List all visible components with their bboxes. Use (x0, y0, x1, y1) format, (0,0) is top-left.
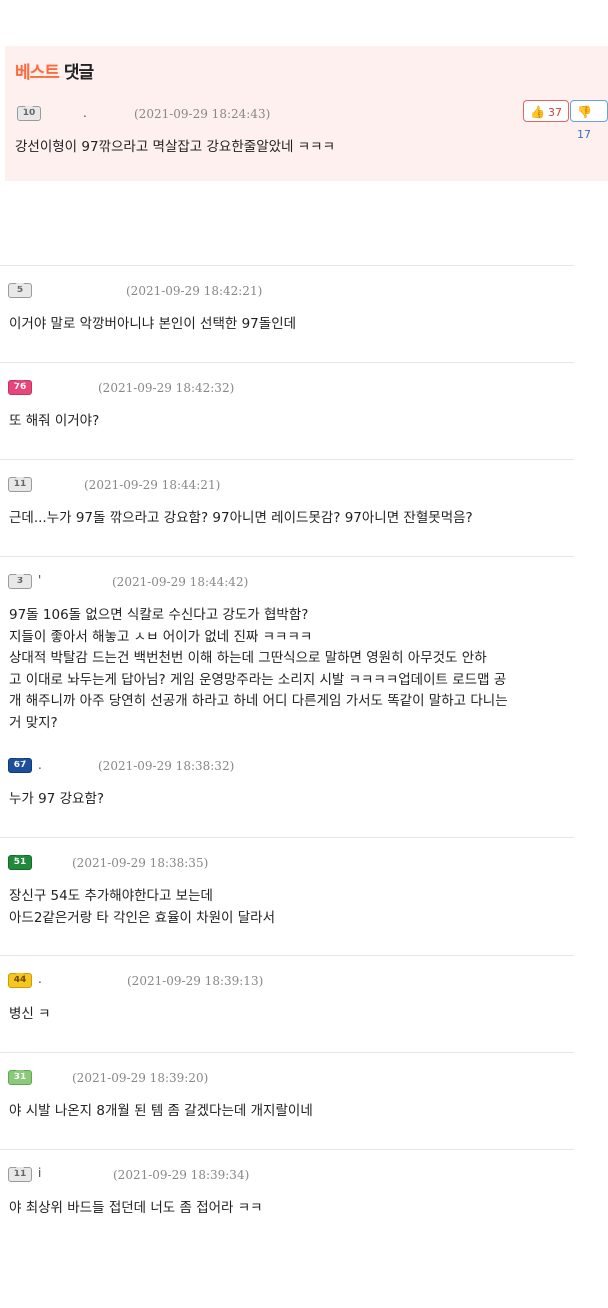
level-badge-icon: 31 (8, 1070, 32, 1085)
comment-text: 누가 97 강요함? (9, 789, 573, 811)
comment-author[interactable]: . (83, 106, 87, 120)
best-comments-section: 베스트 댓글 10 . (2021-09-29 18:24:43) 👍 37 👎 1… (5, 46, 608, 181)
level-badge-icon: 44 (8, 973, 32, 988)
comment-date: (2021-09-29 18:24:43) (134, 107, 271, 121)
comment-line: 거 맞지? (9, 714, 58, 731)
comment-line: 야 최상위 바드들 접던데 너도 좀 접어라 ㅋㅋ (9, 1200, 263, 1216)
comment-text: 병신 ㅋ (9, 1004, 573, 1026)
comment-date: (2021-09-29 18:42:32) (98, 381, 235, 395)
comment-divider (0, 556, 574, 557)
comment-divider (0, 265, 574, 266)
comment-author[interactable]: . (38, 972, 42, 986)
comment-date: (2021-09-29 18:38:35) (72, 856, 209, 870)
comment-divider (0, 837, 574, 838)
comment-line: 97돌 106돌 없으면 식칼로 수신다고 강도가 협박함? (9, 607, 309, 623)
comment-line: 근데...누가 97돌 깎으라고 강요함? 97아니면 레이드못감? 97아니면… (9, 510, 473, 526)
level-badge-icon: 10 (17, 106, 41, 121)
comment-line: 고 이대로 놔두는게 답아님? 게임 운영망주라는 소리지 시발 ㅋㅋㅋㅋ업데이… (9, 671, 507, 688)
comment-date: (2021-09-29 18:39:13) (127, 974, 264, 988)
comment-divider (0, 1052, 574, 1053)
comment-date: (2021-09-29 18:44:21) (84, 478, 221, 492)
comment-text: 야 시발 나온지 8개월 된 템 좀 갈겠다는데 개지랄이네 (9, 1101, 573, 1123)
downvote-button[interactable]: 👎 17 (570, 100, 608, 141)
best-title-rest: 댓글 (63, 63, 94, 83)
comment-text: 97돌 106돌 없으면 식칼로 수신다고 강도가 협박함? 지들이 좋아서 해… (9, 605, 573, 734)
comment-author[interactable]: . (38, 758, 42, 772)
comment-date: (2021-09-29 18:39:20) (72, 1071, 209, 1085)
downvote-count: 17 (577, 128, 591, 141)
upvote-button[interactable]: 👍 37 (523, 100, 569, 122)
comment-line: 상대적 박탈감 드는건 백번천번 이해 하는데 그딴식으로 말하면 영원히 아무… (9, 650, 487, 666)
level-badge-icon: 11 (8, 477, 32, 492)
comment-text: 이거야 말로 악깡버아니냐 본인이 선택한 97돌인데 (9, 314, 573, 336)
comment-text: 야 최상위 바드들 접던데 너도 좀 접어라 ㅋㅋ (9, 1198, 573, 1220)
comment-divider (0, 955, 574, 956)
comment-divider (0, 459, 574, 460)
comment-line: 아드2같은거랑 타 각인은 효율이 차원이 달라서 (9, 909, 276, 926)
comment-line: 장신구 54도 추가해야한다고 보는데 (9, 888, 213, 904)
level-badge-icon: 67 (8, 758, 32, 773)
level-badge-icon: 5 (8, 283, 32, 298)
upvote-count: 37 (547, 106, 562, 119)
thumbs-down-icon: 👎 (577, 105, 592, 119)
comment-date: (2021-09-29 18:38:32) (98, 759, 235, 773)
level-badge-icon: 3 (8, 574, 32, 589)
comment-line: 개 해주니까 아주 당연히 선공개 하라고 하네 어디 다른게임 가서도 똑같이… (9, 693, 508, 709)
comment-date: (2021-09-29 18:44:42) (112, 575, 249, 589)
comment-date: (2021-09-29 18:42:21) (126, 284, 263, 298)
comment-line: 지들이 좋아서 해놓고 ㅅㅂ 어이가 없네 진짜 ㅋㅋㅋㅋ (9, 628, 313, 645)
thumbs-up-icon: 👍 (530, 105, 545, 119)
comment-line: 병신 ㅋ (9, 1006, 51, 1022)
comment-date: (2021-09-29 18:39:34) (113, 1168, 250, 1182)
comment-line: 야 시발 나온지 8개월 된 템 좀 갈겠다는데 개지랄이네 (9, 1103, 313, 1119)
comment-line: 이거야 말로 악깡버아니냐 본인이 선택한 97돌인데 (9, 316, 297, 332)
comment-author[interactable]: i (38, 1166, 41, 1180)
comment-author[interactable]: ' (38, 573, 41, 587)
comment-divider (0, 1149, 574, 1150)
comment-text: 근데...누가 97돌 깎으라고 강요함? 97아니면 레이드못감? 97아니면… (9, 508, 573, 530)
level-badge-icon: 76 (8, 380, 32, 395)
level-badge-icon: 51 (8, 855, 32, 870)
best-comments-title: 베스트 댓글 (15, 58, 94, 83)
comment-text: 강선이형이 97깎으라고 멱살잡고 강요한줄알았네 ㅋㅋㅋ (15, 139, 336, 155)
comment-text: 또 해줘 이거야? (9, 411, 573, 433)
comment-line: 또 해줘 이거야? (9, 413, 100, 429)
comment-divider (0, 362, 574, 363)
comment-text: 장신구 54도 추가해야한다고 보는데 아드2같은거랑 타 각인은 효율이 차원… (9, 886, 573, 929)
level-badge-icon: 11 (8, 1167, 32, 1182)
comment-line: 누가 97 강요함? (9, 791, 105, 807)
best-title-accent: 베스트 (15, 63, 60, 83)
